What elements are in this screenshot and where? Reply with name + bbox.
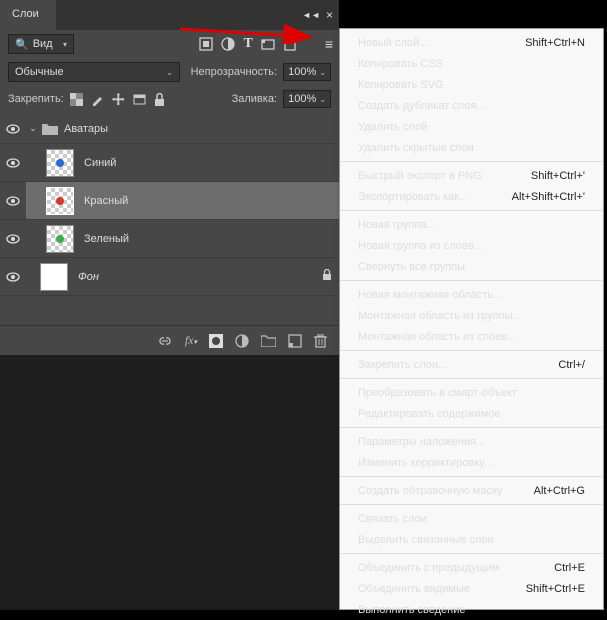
menu-artboard-from-group: Монтажная область из группы... (340, 305, 603, 326)
fill-input[interactable]: 100%⌄ (283, 90, 331, 108)
visibility-toggle[interactable] (0, 182, 26, 219)
layer-thumbnail[interactable] (46, 187, 74, 215)
layer-row[interactable]: Зеленый (0, 220, 339, 258)
menu-separator (340, 161, 603, 162)
layer-name[interactable]: Синий (80, 157, 339, 169)
blend-mode-value: Обычные (15, 66, 64, 78)
layer-thumbnail[interactable] (40, 263, 68, 291)
menu-select-linked: Выделить связанные слои (340, 529, 603, 550)
lock-label: Закрепить: (8, 93, 64, 105)
delete-icon[interactable] (314, 334, 327, 348)
panel-tabbar: Слои ◄◄ × (0, 0, 339, 30)
menu-new-layer[interactable]: Новый слой...Shift+Ctrl+N (340, 32, 603, 53)
opacity-input[interactable]: 100%⌄ (283, 63, 331, 81)
folder-icon (40, 122, 60, 135)
new-layer-icon[interactable] (288, 334, 302, 348)
layer-thumbnail[interactable] (46, 225, 74, 253)
lock-artboard-icon[interactable] (133, 93, 146, 106)
menu-edit-adjustment: Изменить корректировку... (340, 452, 603, 473)
filter-smart-icon[interactable] (283, 37, 297, 51)
mask-icon[interactable] (209, 334, 223, 348)
layers-panel-menu: Новый слой...Shift+Ctrl+N Копировать CSS… (339, 28, 604, 610)
menu-new-artboard[interactable]: Новая монтажная область... (340, 284, 603, 305)
layer-row-selected[interactable]: Красный (0, 182, 339, 220)
visibility-toggle[interactable] (0, 158, 26, 168)
menu-delete-layer[interactable]: Удалить слой (340, 116, 603, 137)
canvas-dark-area (0, 355, 339, 610)
collapse-icon[interactable]: ◄◄ (302, 10, 320, 20)
layer-group-row[interactable]: ⌄ Аватары (0, 114, 339, 144)
layer-name[interactable]: Зеленый (80, 233, 339, 245)
menu-copy-svg[interactable]: Копировать SVG (340, 74, 603, 95)
menu-edit-contents: Редактировать содержимое (340, 403, 603, 424)
link-layers-icon[interactable] (157, 335, 173, 347)
fill-label: Заливка: (232, 93, 277, 105)
menu-separator (340, 378, 603, 379)
layer-name[interactable]: Красный (80, 195, 339, 207)
filter-adjustment-icon[interactable] (221, 37, 235, 51)
visibility-toggle[interactable] (0, 234, 26, 244)
menu-duplicate-layer[interactable]: Создать дубликат слоя... (340, 95, 603, 116)
layer-row[interactable]: Синий (0, 144, 339, 182)
filter-pixel-icon[interactable] (199, 37, 213, 51)
menu-artboard-from-layers[interactable]: Монтажная область из слоев... (340, 326, 603, 347)
close-panel-icon[interactable]: × (326, 8, 333, 22)
lock-paint-icon[interactable] (91, 93, 104, 106)
lock-transparency-icon[interactable] (70, 93, 83, 106)
layer-name[interactable]: Аватары (60, 123, 339, 135)
tab-layers[interactable]: Слои (0, 0, 56, 30)
menu-lock-layers[interactable]: Закрепить слои...Ctrl+/ (340, 354, 603, 375)
menu-separator (340, 476, 603, 477)
visibility-toggle[interactable] (0, 124, 26, 134)
layer-row-background[interactable]: Фон (0, 258, 339, 296)
menu-blending-options[interactable]: Параметры наложения... (340, 431, 603, 452)
filter-type-icon[interactable]: T (243, 36, 252, 52)
tab-label: Слои (12, 8, 39, 20)
fill-value: 100% (288, 93, 316, 105)
visibility-toggle[interactable] (0, 272, 26, 282)
adjustment-icon[interactable] (235, 334, 249, 348)
opacity-label: Непрозрачность: (191, 66, 277, 78)
menu-merge-visible[interactable]: Объединить видимыеShift+Ctrl+E (340, 578, 603, 599)
menu-delete-hidden: Удалить скрытые слои (340, 137, 603, 158)
menu-new-group[interactable]: Новая группа... (340, 214, 603, 235)
menu-link-layers: Связать слои (340, 508, 603, 529)
filter-shape-icon[interactable] (261, 37, 275, 51)
new-group-icon[interactable] (261, 334, 276, 347)
menu-separator (340, 350, 603, 351)
lock-all-icon[interactable] (154, 93, 165, 106)
menu-separator (340, 504, 603, 505)
menu-separator (340, 280, 603, 281)
view-mode-label: Вид (33, 38, 53, 50)
menu-merge-down[interactable]: Объединить с предыдущимCtrl+E (340, 557, 603, 578)
layers-list: ⌄ Аватары Синий Красный Зеленый (0, 114, 339, 296)
menu-clipping-mask[interactable]: Создать обтравочную маскуAlt+Ctrl+G (340, 480, 603, 501)
menu-collapse-groups[interactable]: Свернуть все группы (340, 256, 603, 277)
menu-separator (340, 553, 603, 554)
layers-bottom-toolbar: fx▾ (0, 325, 339, 355)
menu-group-from-layers[interactable]: Новая группа из слоев... (340, 235, 603, 256)
opacity-value: 100% (288, 66, 316, 78)
menu-separator (340, 210, 603, 211)
lock-position-icon[interactable] (112, 93, 125, 106)
layer-name[interactable]: Фон (74, 271, 315, 283)
panel-menu-button[interactable]: ≡ (325, 36, 333, 52)
blend-mode-select[interactable]: Обычные⌄ (8, 62, 180, 82)
menu-convert-smart[interactable]: Преобразовать в смарт-объект (340, 382, 603, 403)
layer-thumbnail[interactable] (46, 149, 74, 177)
menu-separator (340, 427, 603, 428)
menu-quick-export[interactable]: Быстрый экспорт в PNGShift+Ctrl+' (340, 165, 603, 186)
lock-icon[interactable] (315, 269, 339, 284)
menu-export-as[interactable]: Экспортировать как...Alt+Shift+Ctrl+' (340, 186, 603, 207)
expand-toggle[interactable]: ⌄ (26, 123, 40, 134)
fx-icon[interactable]: fx▾ (185, 333, 197, 348)
search-filter-select[interactable]: 🔍Вид▾ (8, 34, 74, 54)
menu-copy-css[interactable]: Копировать CSS (340, 53, 603, 74)
